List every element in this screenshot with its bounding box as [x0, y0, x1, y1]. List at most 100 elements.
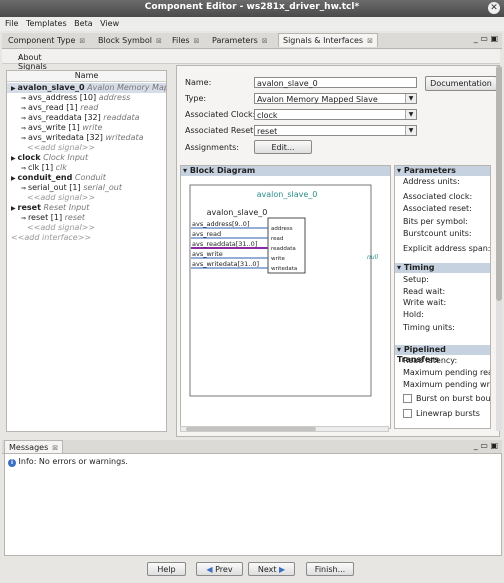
panel-splitter[interactable] — [170, 65, 175, 435]
about-signals-section[interactable]: › About Signals — [2, 49, 500, 71]
messages-tab-bar: Messages ⊠ _ ▭ ▣ — [2, 440, 502, 454]
tree-item-name: conduit_end — [17, 173, 73, 182]
collapse-arrow-icon: ▾ — [397, 166, 402, 175]
type-select[interactable]: Avalon Memory Mapped Slave ▼ — [254, 93, 417, 104]
tree-item-name: reset — [17, 203, 41, 212]
next-button[interactable]: Next ▶ — [248, 562, 295, 576]
tab-component-type[interactable]: Component Type ⊠ — [4, 34, 89, 47]
tree-add-row[interactable]: <<add interface>> — [7, 233, 166, 243]
tab-bar: Component Type ⊠ Block Symbol ⊠ Files ⊠ Par… — [2, 33, 502, 49]
timing-label: Setup: — [403, 275, 429, 284]
tree-interface-row[interactable]: ▶ avalon_slave_0 Avalon Memory Mapp — [7, 83, 166, 93]
tab-parameters[interactable]: Parameters ⊠ — [208, 34, 272, 47]
reset-value: reset — [257, 127, 278, 136]
menu-beta[interactable]: Beta — [74, 19, 92, 28]
tab-label: Signals & Interfaces — [283, 36, 364, 45]
tree-item-type: Conduit — [74, 173, 106, 182]
tree-item-type: write — [82, 123, 103, 132]
tree-signal-row[interactable]: ⇒ avs_readdata [32] readdata — [7, 113, 166, 123]
tab-label: Files — [172, 36, 190, 45]
timing-label: Hold: — [403, 310, 424, 319]
block-diagram-header[interactable]: ▾ Block Diagram — [181, 166, 390, 176]
documentation-button[interactable]: Documentation — [425, 76, 497, 91]
chevron-down-icon[interactable]: ▼ — [405, 110, 416, 119]
close-tab-icon[interactable]: ⊠ — [79, 37, 85, 45]
tree-interface-row[interactable]: ▶ reset Reset Input — [7, 203, 166, 213]
tab-files[interactable]: Files ⊠ — [168, 34, 203, 47]
checkbox[interactable] — [403, 409, 412, 418]
tree-add-row[interactable]: <<add signal>> — [7, 143, 166, 153]
pipelined-label: Read latency: — [403, 356, 458, 365]
close-tab-icon[interactable]: ⊠ — [367, 37, 373, 45]
tree-item-name: avs_writedata [32] — [27, 133, 103, 142]
reset-select[interactable]: reset ▼ — [254, 125, 417, 136]
close-icon[interactable]: ✕ — [488, 2, 500, 14]
menu-view[interactable]: View — [100, 19, 119, 28]
horizontal-scrollbar[interactable] — [180, 426, 389, 432]
tree-item-name: avs_address [10] — [27, 93, 97, 102]
parameter-label: Burstcount units: — [403, 229, 472, 238]
port-icon: ⇒ — [21, 125, 28, 132]
tab-messages[interactable]: Messages ⊠ — [4, 440, 64, 453]
close-tab-icon[interactable]: ⊠ — [156, 37, 162, 45]
timing-label: Timing units: — [403, 323, 455, 332]
clock-select[interactable]: clock ▼ — [254, 109, 417, 120]
collapse-arrow-icon: ▾ — [397, 263, 402, 272]
close-tab-icon[interactable]: ⊠ — [262, 37, 268, 45]
signal-label: avs_read — [192, 230, 221, 238]
port-label: writedata — [271, 266, 297, 272]
window-controls[interactable]: _ ▭ ▣ — [474, 34, 498, 43]
tree-interface-row[interactable]: ▶ clock Clock Input — [7, 153, 166, 163]
close-tab-icon[interactable]: ⊠ — [194, 37, 200, 45]
signal-label: avs_write — [192, 250, 223, 258]
tree-interface-row[interactable]: ▶ conduit_end Conduit — [7, 173, 166, 183]
edit-button[interactable]: Edit... — [254, 140, 312, 154]
port-icon: ⇒ — [21, 135, 28, 142]
block-diagram-canvas: avalon_slave_0 avalon_slave_0 avs_addres… — [189, 184, 378, 397]
chevron-down-icon[interactable]: ▼ — [405, 126, 416, 135]
parameter-label: Associated reset: — [403, 204, 472, 213]
add-label: <<add signal>> — [27, 193, 96, 202]
about-label: About Signals — [18, 53, 47, 71]
tree-signal-row[interactable]: ⇒ avs_read [1] read — [7, 103, 166, 113]
name-label: Name: — [185, 78, 212, 87]
scroll-thumb[interactable] — [186, 427, 316, 431]
finish-button[interactable]: Finish... — [306, 562, 354, 576]
tree-signal-row[interactable]: ⇒ avs_address [10] address — [7, 93, 166, 103]
close-tab-icon[interactable]: ⊠ — [52, 444, 58, 452]
tree-add-row[interactable]: <<add signal>> — [7, 223, 166, 233]
tree-item-type: clk — [55, 163, 67, 172]
port-label: read — [271, 236, 283, 242]
scroll-thumb[interactable] — [496, 66, 502, 301]
tree-add-row[interactable]: <<add signal>> — [7, 193, 166, 203]
pipelined-header[interactable]: ▾ Pipelined Transfers — [395, 345, 490, 364]
parameter-label: Associated clock: — [403, 192, 473, 201]
type-label: Type: — [185, 94, 207, 103]
chevron-down-icon[interactable]: ▼ — [405, 94, 416, 103]
checkbox[interactable] — [403, 394, 412, 403]
tree-signal-row[interactable]: ⇒ serial_out [1] serial_out — [7, 183, 166, 193]
tree-item-type: read — [80, 103, 99, 112]
parameters-header[interactable]: ▾ Parameters — [395, 166, 490, 176]
checkbox-row[interactable]: Linewrap bursts — [403, 409, 480, 418]
tree-signal-row[interactable]: ⇒ avs_write [1] write — [7, 123, 166, 133]
tab-block-symbol[interactable]: Block Symbol ⊠ — [94, 34, 166, 47]
timing-header[interactable]: ▾ Timing — [395, 263, 490, 273]
tab-signals-interfaces[interactable]: Signals & Interfaces ⊠ — [278, 33, 378, 47]
vertical-scrollbar[interactable] — [496, 66, 502, 431]
block-diagram-panel: ▾ Block Diagram avalon_slave_0 avalon_sl… — [180, 165, 391, 429]
tree-signal-row[interactable]: ⇒ reset [1] reset — [7, 213, 166, 223]
tree-signal-row[interactable]: ⇒ clk [1] clk — [7, 163, 166, 173]
tree-item-type: Avalon Memory Mapp — [87, 83, 166, 92]
window-title: Component Editor - ws281x_driver_hw.tcl* — [144, 2, 360, 12]
menu-templates[interactable]: Templates — [26, 19, 67, 28]
checkbox-row[interactable]: Burst on burst boun — [403, 394, 490, 403]
signal-label: avs_address[9..0] — [192, 220, 249, 228]
menu-file[interactable]: File — [5, 19, 18, 28]
tree-item-name: serial_out [1] — [27, 183, 81, 192]
tree-signal-row[interactable]: ⇒ avs_writedata [32] writedata — [7, 133, 166, 143]
help-button[interactable]: Help — [147, 562, 186, 576]
name-field[interactable]: avalon_slave_0 — [254, 77, 417, 88]
window-controls[interactable]: _ ▭ ▣ — [474, 441, 498, 450]
prev-button[interactable]: ◀ Prev — [196, 562, 243, 576]
